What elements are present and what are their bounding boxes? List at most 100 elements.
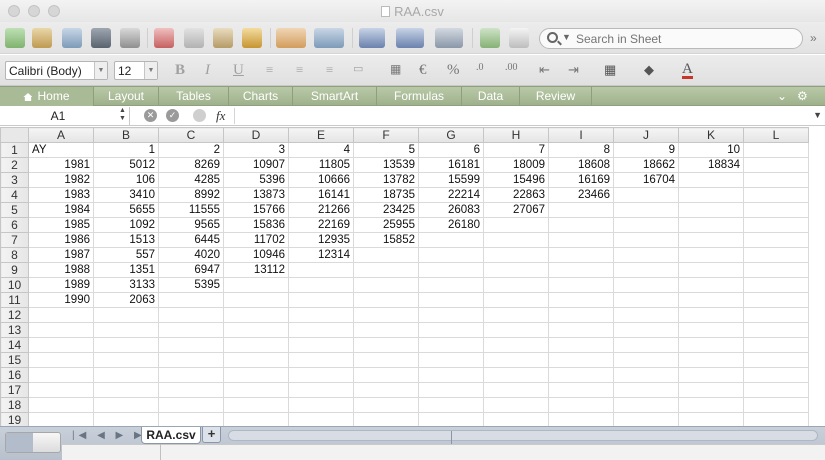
confirm-entry-icon[interactable]: ✓ bbox=[166, 109, 179, 122]
cell[interactable] bbox=[613, 217, 679, 233]
cell[interactable] bbox=[223, 292, 289, 308]
cell[interactable] bbox=[483, 352, 549, 368]
cell[interactable] bbox=[353, 397, 419, 413]
cell[interactable]: 12935 bbox=[288, 232, 354, 248]
collapse-ribbon-icon[interactable]: ⌄ bbox=[777, 89, 787, 103]
undo-icon[interactable] bbox=[276, 28, 306, 48]
cell[interactable] bbox=[418, 322, 484, 338]
cell[interactable] bbox=[353, 322, 419, 338]
expand-formula-bar-icon[interactable]: ▼ bbox=[813, 110, 822, 120]
cell[interactable] bbox=[158, 352, 224, 368]
cell[interactable] bbox=[28, 412, 94, 426]
cell[interactable] bbox=[158, 322, 224, 338]
cell[interactable] bbox=[678, 232, 744, 248]
cell[interactable]: 27067 bbox=[483, 202, 549, 218]
cell[interactable] bbox=[288, 262, 354, 278]
cell[interactable] bbox=[93, 412, 159, 426]
cell[interactable] bbox=[353, 337, 419, 353]
cell[interactable]: 1513 bbox=[93, 232, 159, 248]
cell[interactable]: 1983 bbox=[28, 187, 94, 203]
cell[interactable] bbox=[743, 382, 809, 398]
row-header[interactable]: 18 bbox=[0, 397, 29, 413]
cell[interactable]: 15599 bbox=[418, 172, 484, 188]
align-left-icon[interactable]: ≡ bbox=[266, 62, 273, 78]
cell[interactable] bbox=[93, 397, 159, 413]
autosum-icon[interactable] bbox=[359, 28, 385, 48]
cell[interactable] bbox=[158, 337, 224, 353]
cell[interactable]: 11805 bbox=[288, 157, 354, 173]
cell[interactable]: 3410 bbox=[93, 187, 159, 203]
column-header[interactable]: G bbox=[418, 127, 484, 143]
cell[interactable]: 5655 bbox=[93, 202, 159, 218]
cell[interactable]: 16704 bbox=[613, 172, 679, 188]
cell[interactable] bbox=[93, 352, 159, 368]
cell[interactable] bbox=[678, 172, 744, 188]
cell[interactable]: 26180 bbox=[418, 217, 484, 233]
cell[interactable] bbox=[678, 247, 744, 263]
cell[interactable]: 1092 bbox=[93, 217, 159, 233]
cell[interactable]: 2 bbox=[158, 142, 224, 158]
cell[interactable] bbox=[223, 337, 289, 353]
cell[interactable] bbox=[548, 382, 614, 398]
formula-builder-small-icon[interactable] bbox=[193, 109, 206, 122]
tab-smartart[interactable]: SmartArt bbox=[293, 87, 377, 106]
select-all-corner[interactable] bbox=[0, 127, 29, 143]
cell[interactable]: 15852 bbox=[353, 232, 419, 248]
row-header[interactable]: 19 bbox=[0, 412, 29, 426]
row-header[interactable]: 12 bbox=[0, 307, 29, 323]
cell[interactable]: 6 bbox=[418, 142, 484, 158]
column-header[interactable]: J bbox=[613, 127, 679, 143]
cell[interactable]: 1990 bbox=[28, 292, 94, 308]
sheet-tab-raa[interactable]: RAA.csv bbox=[141, 427, 201, 444]
row-header[interactable]: 7 bbox=[0, 232, 29, 248]
cell[interactable] bbox=[678, 262, 744, 278]
tab-formulas[interactable]: Formulas bbox=[377, 87, 462, 106]
cell[interactable] bbox=[158, 412, 224, 426]
cell[interactable] bbox=[678, 367, 744, 383]
name-box[interactable]: ▲▼ bbox=[0, 107, 130, 125]
row-header[interactable]: 17 bbox=[0, 382, 29, 398]
cell[interactable] bbox=[678, 202, 744, 218]
cell[interactable] bbox=[483, 382, 549, 398]
chevron-down-icon[interactable]: ▼ bbox=[94, 62, 107, 79]
cell[interactable] bbox=[743, 397, 809, 413]
cell[interactable] bbox=[548, 262, 614, 278]
cell[interactable] bbox=[548, 352, 614, 368]
cell[interactable] bbox=[483, 337, 549, 353]
cell[interactable] bbox=[613, 247, 679, 263]
cell[interactable] bbox=[418, 232, 484, 248]
cell[interactable] bbox=[548, 337, 614, 353]
cell[interactable] bbox=[418, 262, 484, 278]
cell[interactable] bbox=[678, 307, 744, 323]
cell[interactable] bbox=[678, 412, 744, 426]
cell[interactable]: 18662 bbox=[613, 157, 679, 173]
cell[interactable] bbox=[483, 412, 549, 426]
cell[interactable]: 1986 bbox=[28, 232, 94, 248]
cell[interactable]: 1987 bbox=[28, 247, 94, 263]
cell[interactable]: 18834 bbox=[678, 157, 744, 173]
column-header[interactable]: D bbox=[223, 127, 289, 143]
cell[interactable] bbox=[613, 412, 679, 426]
cell[interactable] bbox=[288, 337, 354, 353]
cell[interactable]: 1351 bbox=[93, 262, 159, 278]
cell[interactable] bbox=[548, 367, 614, 383]
cell[interactable] bbox=[93, 307, 159, 323]
cell[interactable] bbox=[223, 352, 289, 368]
cell[interactable]: 11702 bbox=[223, 232, 289, 248]
cut-icon[interactable] bbox=[154, 28, 174, 48]
font-name-select[interactable]: Calibri (Body) ▼ bbox=[5, 61, 108, 80]
cell[interactable]: 9 bbox=[613, 142, 679, 158]
cell[interactable] bbox=[483, 292, 549, 308]
cell[interactable] bbox=[743, 187, 809, 203]
cell[interactable] bbox=[223, 412, 289, 426]
cell[interactable]: 1985 bbox=[28, 217, 94, 233]
cell[interactable]: 8 bbox=[548, 142, 614, 158]
cell[interactable] bbox=[353, 262, 419, 278]
search-field[interactable]: ▼ bbox=[539, 28, 803, 49]
cell[interactable] bbox=[353, 367, 419, 383]
row-header[interactable]: 4 bbox=[0, 187, 29, 203]
name-box-stepper[interactable]: ▲ ▼ bbox=[116, 107, 129, 124]
format-painter-icon[interactable] bbox=[242, 28, 262, 48]
decrease-decimal-icon[interactable]: .00 bbox=[505, 62, 518, 73]
cell[interactable]: 13112 bbox=[223, 262, 289, 278]
